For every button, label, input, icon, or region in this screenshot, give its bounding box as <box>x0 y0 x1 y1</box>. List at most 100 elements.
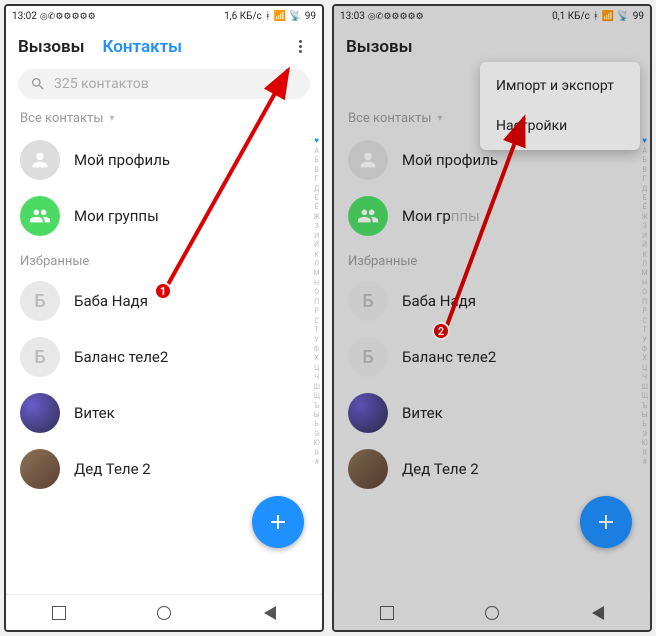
contact-row[interactable]: Б Баланс теле2 <box>6 329 322 385</box>
alpha-letter[interactable]: Х <box>642 354 646 363</box>
tab-calls[interactable]: Вызовы <box>18 37 85 57</box>
alpha-letter[interactable]: Л <box>314 260 319 269</box>
alpha-letter[interactable]: Я <box>314 449 318 458</box>
alpha-letter[interactable]: Р <box>314 307 318 316</box>
alpha-letter[interactable]: Щ <box>641 392 648 401</box>
my-groups-row[interactable]: Мои группы <box>6 188 322 244</box>
alpha-letter[interactable]: Ж <box>313 213 319 222</box>
alpha-letter[interactable]: И <box>314 232 319 241</box>
alpha-letter[interactable]: Э <box>642 430 647 439</box>
alpha-letter[interactable]: Е <box>643 194 647 203</box>
contact-row[interactable]: Б Баба Надя <box>334 273 650 329</box>
alpha-letter[interactable]: Ф <box>314 345 319 354</box>
alpha-letter[interactable]: Ц <box>314 364 319 373</box>
contact-row[interactable]: Витек <box>6 385 322 441</box>
contact-avatar: Б <box>348 281 388 321</box>
alpha-letter[interactable]: П <box>314 298 319 307</box>
alpha-letter[interactable]: Ы <box>642 411 648 420</box>
alpha-letter[interactable]: Ё <box>643 203 647 212</box>
alpha-letter[interactable]: П <box>642 298 647 307</box>
alpha-letter[interactable]: Ь <box>642 420 646 429</box>
alpha-letter[interactable]: Щ <box>313 392 320 401</box>
alpha-letter[interactable]: М <box>642 269 648 278</box>
alpha-letter[interactable]: Ж <box>641 213 647 222</box>
alpha-letter[interactable]: Ф <box>642 345 647 354</box>
tab-calls[interactable]: Вызовы <box>346 37 413 57</box>
alpha-letter[interactable]: Б <box>642 156 646 165</box>
alpha-letter[interactable]: Ц <box>642 364 647 373</box>
alpha-letter[interactable]: Ы <box>314 411 320 420</box>
contact-row[interactable]: Дед Теле 2 <box>6 441 322 497</box>
alpha-letter[interactable]: Ю <box>641 439 647 448</box>
alpha-letter[interactable]: К <box>314 251 319 260</box>
alpha-letter[interactable]: Ъ <box>314 402 319 411</box>
alpha-letter[interactable]: Ъ <box>642 402 647 411</box>
alpha-letter[interactable]: Т <box>643 326 647 335</box>
menu-settings[interactable]: Настройки <box>480 106 640 146</box>
all-contacts-dropdown[interactable]: Все контакты ▾ <box>6 105 322 132</box>
menu-import-export[interactable]: Импорт и экспорт <box>480 66 640 106</box>
alpha-letter[interactable]: Ч <box>642 373 647 382</box>
alpha-letter[interactable]: Й <box>642 241 647 250</box>
alpha-letter[interactable]: Д <box>314 185 319 194</box>
alpha-letter[interactable]: Ш <box>313 383 320 392</box>
alpha-letter[interactable]: Й <box>314 241 319 250</box>
alpha-letter[interactable]: К <box>642 251 647 260</box>
alpha-letter[interactable]: М <box>314 269 320 278</box>
alpha-letter[interactable]: В <box>642 166 646 175</box>
nav-back[interactable] <box>262 606 276 620</box>
status-speed: 0,1 КБ/с <box>552 11 590 22</box>
alpha-letter[interactable]: # <box>314 458 318 467</box>
alpha-letter[interactable]: У <box>314 336 318 345</box>
contact-label: Дед Теле 2 <box>74 460 151 478</box>
alpha-letter[interactable]: У <box>642 336 646 345</box>
contact-row[interactable]: Б Баланс теле2 <box>334 329 650 385</box>
alpha-letter[interactable]: А <box>642 147 647 156</box>
alpha-letter[interactable]: А <box>314 147 319 156</box>
alpha-letter[interactable]: Х <box>314 354 318 363</box>
alpha-index[interactable]: ♥ АБВГДЕЁЖЗИЙКЛМНОПРСТУФХЦЧШЩЪЫЬЭЮЯ# <box>313 136 320 468</box>
alpha-letter[interactable]: И <box>642 232 647 241</box>
alpha-letter[interactable]: Л <box>642 260 647 269</box>
nav-back[interactable] <box>590 606 604 620</box>
add-contact-fab[interactable] <box>252 496 304 548</box>
my-groups-row[interactable]: Мои грппы <box>334 188 650 244</box>
alpha-letter[interactable]: О <box>642 288 647 297</box>
nav-recents[interactable] <box>380 606 394 620</box>
alpha-letter[interactable]: Ч <box>314 373 319 382</box>
alpha-letter[interactable]: О <box>314 288 319 297</box>
alpha-letter[interactable]: Ь <box>314 420 318 429</box>
alpha-letter[interactable]: Ю <box>313 439 319 448</box>
tab-contacts[interactable]: Контакты <box>103 37 183 57</box>
alpha-letter[interactable]: Г <box>315 175 319 184</box>
alpha-letter[interactable]: Я <box>642 449 646 458</box>
alpha-letter[interactable]: С <box>642 317 647 326</box>
overflow-menu-button[interactable] <box>291 36 310 57</box>
contact-row[interactable]: Витек <box>334 385 650 441</box>
alpha-letter[interactable]: Н <box>642 279 647 288</box>
alpha-letter[interactable]: З <box>643 222 647 231</box>
nav-recents[interactable] <box>52 606 66 620</box>
alpha-letter[interactable]: Т <box>315 326 319 335</box>
alpha-letter[interactable]: Н <box>314 279 319 288</box>
nav-home[interactable] <box>157 606 171 620</box>
alpha-letter[interactable]: Ш <box>641 383 648 392</box>
alpha-letter[interactable]: В <box>314 166 318 175</box>
alpha-index[interactable]: ♥ АБВГДЕЁЖЗИЙКЛМНОПРСТУФХЦЧШЩЪЫЬЭЮЯ# <box>641 136 648 468</box>
alpha-letter[interactable]: С <box>314 317 319 326</box>
contact-row[interactable]: Дед Теле 2 <box>334 441 650 497</box>
add-contact-fab[interactable] <box>580 496 632 548</box>
alpha-letter[interactable]: # <box>642 458 646 467</box>
my-profile-row[interactable]: Мой профиль <box>6 132 322 188</box>
alpha-letter[interactable]: З <box>315 222 319 231</box>
alpha-letter[interactable]: Г <box>643 175 647 184</box>
nav-home[interactable] <box>485 606 499 620</box>
plus-icon <box>594 510 618 534</box>
alpha-letter[interactable]: Ё <box>315 203 319 212</box>
alpha-letter[interactable]: Э <box>314 430 319 439</box>
search-input[interactable]: 325 контактов <box>18 69 310 99</box>
alpha-letter[interactable]: Р <box>642 307 646 316</box>
alpha-letter[interactable]: Д <box>642 185 647 194</box>
alpha-letter[interactable]: Е <box>315 194 319 203</box>
alpha-letter[interactable]: Б <box>314 156 318 165</box>
